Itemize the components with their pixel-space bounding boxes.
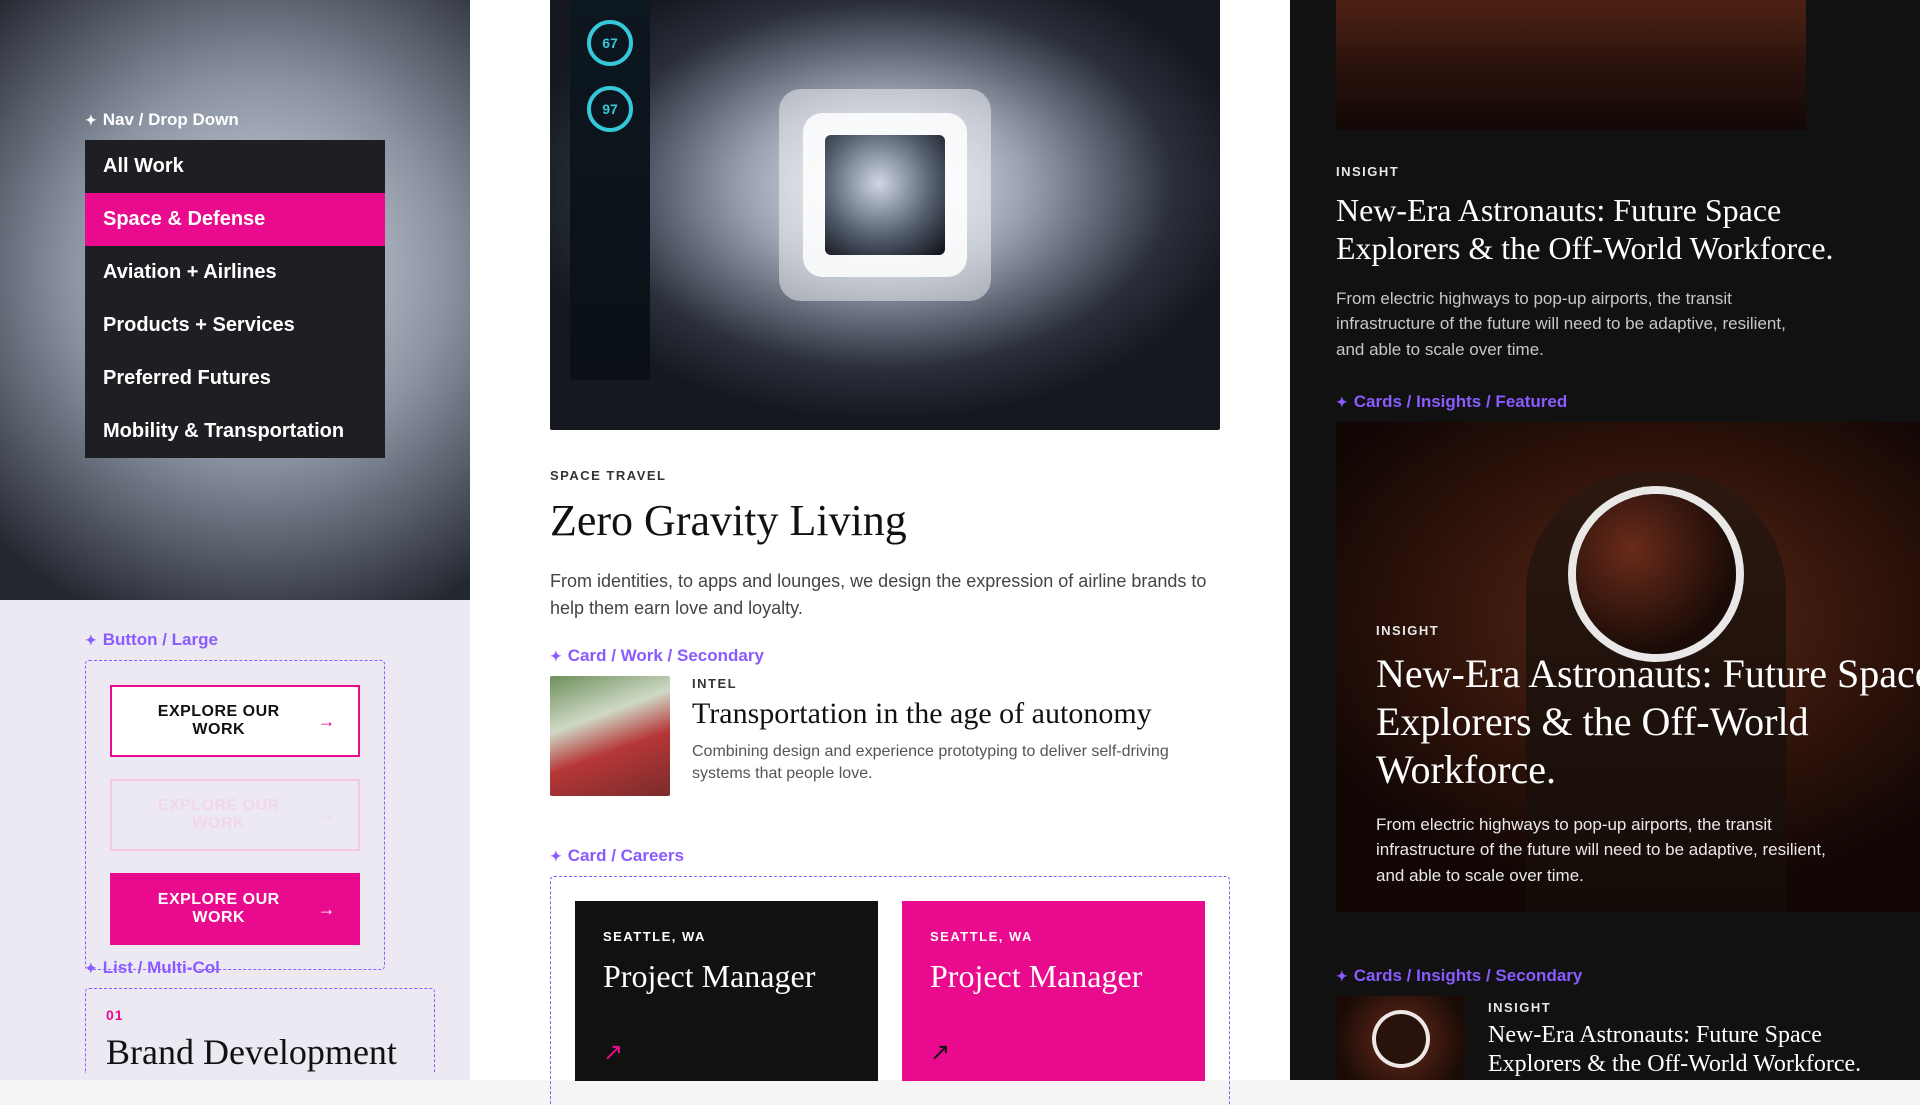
card-kicker: INSIGHT [1336,164,1876,179]
diamond-icon: ✦ [1336,394,1348,411]
component-label-text: List / Multi-Col [103,958,220,978]
component-label-list: ✦ List / Multi-Col [85,958,435,978]
insight-image [1336,0,1806,130]
diamond-icon: ✦ [1336,968,1348,985]
nav-item-preferred-futures[interactable]: Preferred Futures [85,352,385,405]
arrow-right-icon: → [318,711,337,732]
list-item-title: Brand Development [106,1031,414,1073]
card-body: From identities, to apps and lounges, we… [550,568,1210,622]
diamond-icon: ✦ [550,648,562,665]
card-text: INSIGHT New-Era Astronauts: Future Space… [1488,996,1896,1080]
component-label-text: Card / Work / Secondary [568,646,764,666]
card-kicker: INSIGHT [1376,623,1920,638]
card-work-secondary-block: ✦ Card / Work / Secondary INTEL Transpor… [550,646,1230,796]
card-careers-block: ✦ Card / Careers SEATTLE, WA Project Man… [550,846,1230,1105]
card-kicker: SPACE TRAVEL [550,468,1220,483]
card-thumbnail [550,676,670,796]
card-body: From electric highways to pop-up airport… [1336,286,1806,363]
component-label-insight-secondary: ✦ Cards / Insights / Secondary [1336,966,1896,986]
career-card-pink[interactable]: SEATTLE, WA Project Manager ↗ [902,901,1205,1081]
career-title: Project Manager [930,958,1177,995]
nav-dropdown: All Work Space & Defense Aviation + Airl… [85,140,385,458]
component-label-text: Card / Careers [568,846,684,866]
career-location: SEATTLE, WA [930,929,1177,944]
gauge-ring: 67 [587,20,633,66]
careers-frame: SEATTLE, WA Project Manager ↗ SEATTLE, W… [550,876,1230,1105]
nav-dropdown-block: ✦ Nav / Drop Down All Work Space & Defen… [85,110,385,458]
diamond-icon: ✦ [85,112,97,129]
arrow-up-right-icon: ↗ [603,1038,623,1067]
component-label-text: Button / Large [103,630,218,650]
nav-item-mobility[interactable]: Mobility & Transportation [85,405,385,458]
card-work-secondary[interactable]: INTEL Transportation in the age of auton… [550,676,1230,796]
career-title: Project Manager [603,958,850,995]
card-insight-featured-block: ✦ Cards / Insights / Featured INSIGHT Ne… [1336,392,1920,912]
left-hero-image: ✦ Nav / Drop Down All Work Space & Defen… [0,0,470,600]
button-frame: EXPLORE OUR WORK → EXPLORE OUR WORK → EX… [85,660,385,970]
list-multicol-block: ✦ List / Multi-Col 01 Brand Development [85,958,435,1073]
arrow-right-icon: → [318,805,337,826]
component-label-nav: ✦ Nav / Drop Down [85,110,385,130]
column-right: INSIGHT New-Era Astronauts: Future Space… [1290,0,1920,1080]
card-insight-secondary[interactable]: INSIGHT New-Era Astronauts: Future Space… [1336,996,1896,1080]
card-title: New-Era Astronauts: Future Space Explore… [1488,1021,1896,1079]
card-text: INTEL Transportation in the age of auton… [692,676,1192,796]
explore-work-button-outline[interactable]: EXPLORE OUR WORK → [110,685,360,757]
card-title: Transportation in the age of autonomy [692,697,1192,731]
explore-work-button-solid[interactable]: EXPLORE OUR WORK → [110,873,360,945]
card-title: New-Era Astronauts: Future Space Explore… [1336,191,1876,268]
nav-item-aviation[interactable]: Aviation + Airlines [85,246,385,299]
button-label: EXPLORE OUR WORK [134,703,304,739]
card-insight[interactable]: INSIGHT New-Era Astronauts: Future Space… [1336,0,1876,362]
nav-item-space-defense[interactable]: Space & Defense [85,193,385,246]
card-kicker: INSIGHT [1488,1000,1896,1015]
card-kicker: INTEL [692,676,1192,691]
component-label-insight-featured: ✦ Cards / Insights / Featured [1336,392,1920,412]
nav-item-all-work[interactable]: All Work [85,140,385,193]
explore-work-button-ghost[interactable]: EXPLORE OUR WORK → [110,779,360,851]
gauge-ring: 97 [587,86,633,132]
button-large-block: ✦ Button / Large EXPLORE OUR WORK → EXPL… [85,630,385,970]
list-frame: 01 Brand Development [85,988,435,1073]
list-item-number: 01 [106,1007,414,1023]
component-label-text: Nav / Drop Down [103,110,239,130]
card-body: Combining design and experience prototyp… [692,741,1192,786]
card-insight-featured[interactable]: INSIGHT New-Era Astronauts: Future Space… [1336,422,1920,912]
component-label-careers: ✦ Card / Careers [550,846,1230,866]
card-work-featured[interactable]: 67 97 SPACE TRAVEL Zero Gravity Living F… [550,0,1220,622]
diamond-icon: ✦ [85,632,97,649]
diamond-icon: ✦ [85,960,97,977]
card-body: From electric highways to pop-up airport… [1376,812,1846,889]
button-label: EXPLORE OUR WORK [134,797,304,833]
component-label-text: Cards / Insights / Secondary [1354,966,1583,986]
column-left: ✦ Nav / Drop Down All Work Space & Defen… [0,0,470,1080]
career-card-dark[interactable]: SEATTLE, WA Project Manager ↗ [575,901,878,1081]
arrow-right-icon: → [318,899,337,920]
arrow-up-right-icon: ↗ [930,1038,950,1067]
featured-overlay: INSIGHT New-Era Astronauts: Future Space… [1376,623,1920,889]
gauge-panel: 67 97 [570,0,650,380]
component-label-text: Cards / Insights / Featured [1354,392,1568,412]
card-insight-secondary-block: ✦ Cards / Insights / Secondary INSIGHT N… [1336,966,1896,1080]
card-title: New-Era Astronauts: Future Space Explore… [1376,650,1920,794]
component-label-card-secondary: ✦ Card / Work / Secondary [550,646,1230,666]
card-thumbnail [1336,996,1466,1080]
diamond-icon: ✦ [550,848,562,865]
card-title: Zero Gravity Living [550,495,1220,546]
button-label: EXPLORE OUR WORK [134,891,304,927]
career-location: SEATTLE, WA [603,929,850,944]
component-label-button: ✦ Button / Large [85,630,385,650]
nav-item-products-services[interactable]: Products + Services [85,299,385,352]
column-mid: 67 97 SPACE TRAVEL Zero Gravity Living F… [470,0,1290,1080]
hero-image: 67 97 [550,0,1220,430]
